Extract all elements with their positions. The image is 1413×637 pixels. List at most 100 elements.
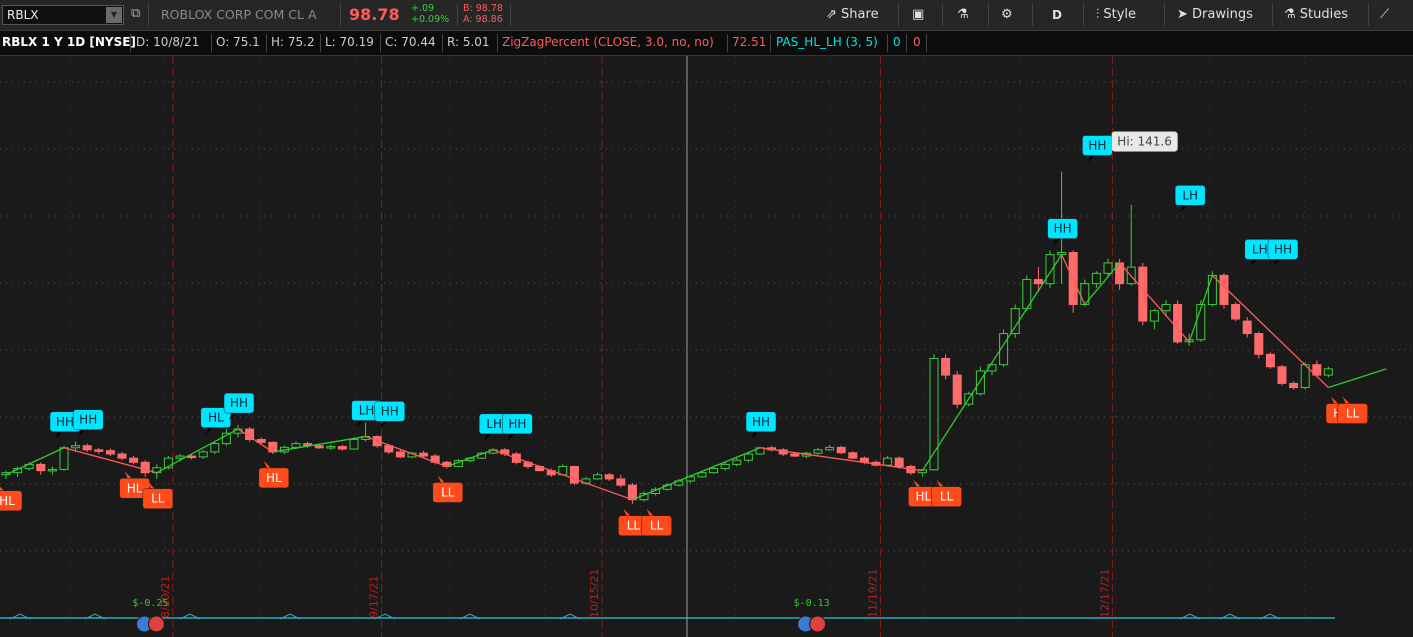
pattern-label: HL bbox=[916, 490, 932, 504]
candlestick bbox=[349, 438, 359, 450]
pattern-label: HL bbox=[127, 481, 143, 495]
dividend-icon bbox=[147, 615, 165, 633]
candlestick bbox=[1242, 320, 1252, 335]
candlestick bbox=[1231, 303, 1241, 320]
pattern-label: LL bbox=[940, 490, 954, 504]
toolbar-divider bbox=[898, 4, 899, 26]
candlestick bbox=[82, 445, 92, 451]
pattern-label: HH bbox=[230, 396, 248, 410]
bar-open: O: 75.1 bbox=[216, 35, 260, 49]
candlestick bbox=[71, 445, 81, 449]
toolbar-divider bbox=[1164, 4, 1165, 26]
candlestick bbox=[1289, 382, 1299, 389]
zigzag-study-label[interactable]: ZigZagPercent (CLOSE, 3.0, no, no) bbox=[502, 35, 714, 49]
candlestick bbox=[825, 446, 835, 451]
toolbar-divider bbox=[148, 4, 149, 26]
candlestick bbox=[314, 445, 324, 449]
candlestick bbox=[1091, 272, 1101, 285]
period-button[interactable]: D bbox=[1052, 5, 1062, 25]
price-chart[interactable]: 8/20/21 9/17/21 10/15/21 11/19/21 12/17/21 HL… bbox=[0, 56, 1413, 637]
candlestick bbox=[210, 443, 220, 453]
pattern-label: HH bbox=[1088, 139, 1106, 153]
cursor-icon: ➤ bbox=[1177, 7, 1188, 22]
candlestick bbox=[1057, 252, 1067, 256]
chart-title: RBLX 1 Y 1D [NYSE] bbox=[2, 35, 136, 49]
toolbar-divider bbox=[942, 4, 943, 26]
candlestick bbox=[1173, 303, 1183, 343]
pattern-label: HH bbox=[56, 415, 74, 429]
candlestick bbox=[198, 451, 208, 458]
candlestick bbox=[616, 478, 626, 486]
toolbar-divider bbox=[988, 4, 989, 26]
bar-close: C: 70.44 bbox=[385, 35, 436, 49]
toolbar-divider bbox=[1368, 4, 1369, 26]
date-tick-label: 10/15/21 bbox=[588, 569, 601, 618]
candlestick bbox=[848, 452, 858, 459]
link-icon[interactable]: ⧉ bbox=[131, 6, 140, 21]
candlestick bbox=[720, 463, 730, 470]
candlestick bbox=[743, 453, 753, 461]
candlestick bbox=[59, 447, 69, 470]
toolbar: RBLX ▼ ⧉ ROBLOX CORP COM CL A 98.78 +.09… bbox=[0, 0, 1413, 31]
last-price: 98.78 bbox=[349, 5, 400, 24]
symbol-dropdown-icon[interactable]: ▼ bbox=[106, 7, 122, 23]
candlestick bbox=[36, 463, 46, 472]
pattern-label: LL bbox=[1346, 407, 1360, 421]
flask-icon[interactable]: ⚗ bbox=[957, 5, 969, 25]
studies-button[interactable]: ⚗ Studies bbox=[1284, 5, 1348, 25]
drawings-button[interactable]: ➤ Drawings bbox=[1177, 5, 1253, 25]
candlestick bbox=[1265, 353, 1275, 368]
pas-study-label[interactable]: PAS_HL_LH (3, 5) bbox=[776, 35, 878, 49]
net-change: +.09 bbox=[411, 3, 435, 14]
candlestick bbox=[175, 455, 185, 459]
candlestick bbox=[883, 457, 893, 466]
candlestick bbox=[627, 484, 637, 501]
share-icon: ⇗ bbox=[826, 7, 837, 22]
candlestick bbox=[117, 453, 127, 459]
pattern-label: LH bbox=[1182, 188, 1198, 202]
pattern-label: LL bbox=[441, 485, 455, 499]
toolbar-divider bbox=[1083, 4, 1084, 26]
candlestick bbox=[337, 446, 347, 450]
zigzag-study-value: 72.51 bbox=[732, 35, 767, 49]
bid-price: B: 98.78 bbox=[463, 3, 503, 14]
bar-range: R: 5.01 bbox=[447, 35, 490, 49]
share-button[interactable]: ⇗ Share bbox=[826, 5, 879, 25]
pct-change: +0.09% bbox=[411, 14, 450, 25]
candlestick bbox=[395, 451, 405, 458]
pattern-label: HL bbox=[266, 471, 282, 485]
symbol-input[interactable]: RBLX ▼ bbox=[2, 5, 124, 25]
high-label: Hi: 141.6 bbox=[1117, 135, 1172, 149]
candlestick bbox=[291, 443, 301, 448]
patterns-icon[interactable]: ⟋ bbox=[1380, 5, 1389, 25]
chart-info-bar: RBLX 1 Y 1D [NYSE] D: 10/8/21 O: 75.1 H:… bbox=[0, 31, 1413, 56]
candlestick bbox=[47, 468, 57, 472]
candlestick-icon: ⫶ bbox=[1096, 7, 1100, 22]
date-tick-label: 8/20/21 bbox=[159, 576, 172, 618]
pattern-label: HL bbox=[0, 494, 15, 508]
pattern-label: LH bbox=[1252, 242, 1268, 256]
company-name: ROBLOX CORP COM CL A bbox=[161, 7, 317, 22]
pattern-label: LH bbox=[486, 417, 502, 431]
candlestick bbox=[1207, 274, 1217, 305]
toolbar-divider bbox=[510, 4, 511, 26]
candlestick bbox=[105, 450, 115, 455]
pattern-label: LL bbox=[151, 492, 165, 506]
candlestick bbox=[94, 449, 104, 452]
candlestick bbox=[593, 474, 603, 480]
bar-low: L: 70.19 bbox=[325, 35, 374, 49]
chart-settings-icon[interactable]: ▣ bbox=[912, 5, 924, 25]
pattern-label: HL bbox=[208, 411, 224, 425]
candlestick bbox=[697, 472, 707, 478]
style-button[interactable]: ⫶ Style bbox=[1096, 5, 1136, 25]
date-tick-label: 9/17/21 bbox=[368, 576, 381, 618]
gear-icon[interactable]: ⚙ bbox=[1001, 5, 1013, 25]
candlestick bbox=[894, 457, 904, 467]
pattern-label: LL bbox=[650, 519, 664, 533]
candlestick bbox=[140, 461, 150, 474]
bar-date: D: 10/8/21 bbox=[136, 35, 200, 49]
pattern-label: HH bbox=[381, 404, 399, 418]
pattern-label: HH bbox=[79, 413, 97, 427]
toolbar-divider bbox=[1272, 4, 1273, 26]
date-tick-label: 12/17/21 bbox=[1098, 569, 1111, 618]
